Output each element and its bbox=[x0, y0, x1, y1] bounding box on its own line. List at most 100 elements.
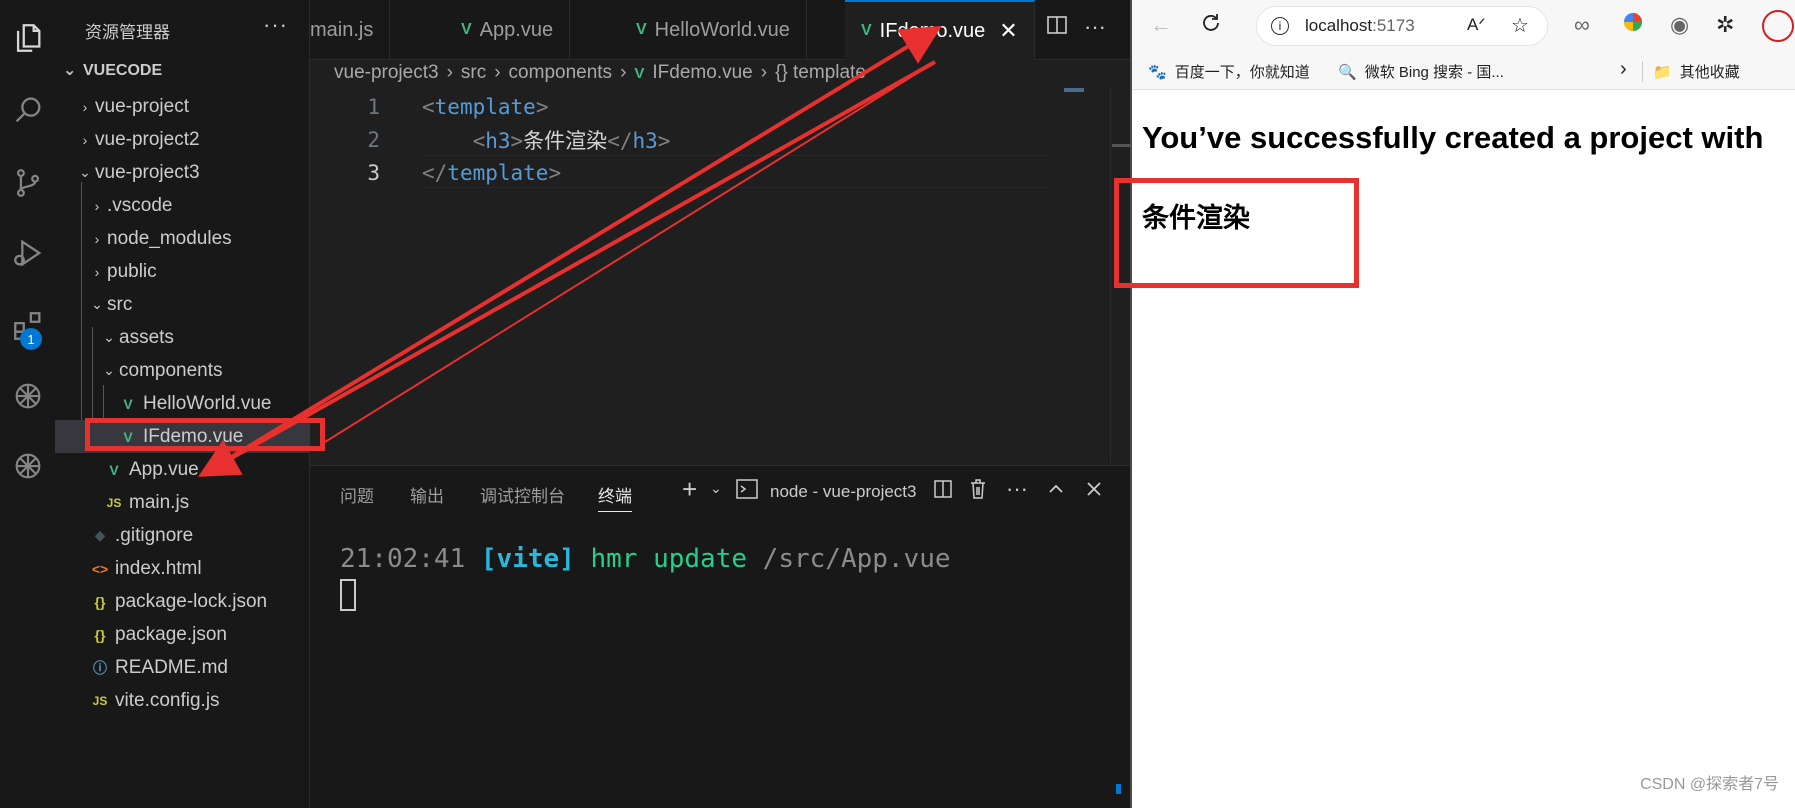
address-bar[interactable]: i localhost:5173 Aᐟ ☆ bbox=[1256, 6, 1548, 46]
more-actions-icon[interactable]: ··· bbox=[1084, 14, 1106, 40]
tree-file-app-vue[interactable]: V App.vue bbox=[55, 453, 310, 486]
favorite-star-icon[interactable]: ☆ bbox=[1511, 13, 1529, 38]
tree-file-package-json[interactable]: {} package.json bbox=[55, 618, 310, 651]
tree-file-main-js[interactable]: JS main.js bbox=[55, 486, 310, 519]
breadcrumb-item[interactable]: IFdemo.vue bbox=[652, 62, 752, 84]
terminal-name[interactable]: node - vue-project3 bbox=[770, 482, 916, 502]
tree-folder-assets[interactable]: ⌄ assets bbox=[55, 321, 310, 354]
tab-app-vue[interactable]: V App.vue bbox=[445, 0, 571, 60]
baidu-icon: 🐾 bbox=[1148, 63, 1167, 81]
eye-icon[interactable]: ◉ bbox=[1670, 12, 1689, 38]
annotation-box-output bbox=[1114, 178, 1359, 288]
vue-file-icon: V bbox=[634, 64, 645, 82]
info-icon[interactable]: i bbox=[1271, 17, 1289, 35]
copilot-icon[interactable] bbox=[1622, 11, 1644, 39]
tree-folder-src[interactable]: ⌄ src bbox=[55, 288, 310, 321]
bookmark-label: 百度一下，你就知道 bbox=[1174, 64, 1310, 81]
tab-helloworld-vue[interactable]: V HelloWorld.vue bbox=[620, 0, 807, 60]
more-actions-icon[interactable]: ··· bbox=[1006, 476, 1028, 502]
chevron-down-icon[interactable]: ⌄ bbox=[710, 480, 722, 497]
browser-toolbar: ← i localhost:5173 Aᐟ ☆ ∞ ◉ ✲ bbox=[1132, 0, 1795, 52]
code-bracket: > bbox=[510, 128, 524, 153]
chevron-right-icon: › bbox=[620, 62, 627, 83]
chevron-down-icon: ⌄ bbox=[63, 62, 77, 79]
tab-problems[interactable]: 问题 bbox=[340, 482, 374, 507]
run-debug-icon[interactable] bbox=[0, 225, 55, 280]
code-bracket: </ bbox=[422, 160, 448, 185]
tree-folder-vue-project3[interactable]: ⌄ vue-project3 bbox=[55, 156, 310, 189]
tree-file-vite-config-js[interactable]: JS vite.config.js bbox=[55, 684, 310, 717]
tree-file-readme-md[interactable]: ⓘ README.md bbox=[55, 651, 310, 684]
code-bracket: < bbox=[422, 94, 435, 119]
profile-icon[interactable] bbox=[1762, 10, 1794, 42]
bookmarks-bar: 🐾 百度一下，你就知道 🔍 微软 Bing 搜索 - 国... › 📁 其他收藏 bbox=[1132, 52, 1795, 90]
trash-icon[interactable] bbox=[968, 478, 988, 506]
tab-output[interactable]: 输出 bbox=[410, 482, 444, 507]
split-terminal-icon[interactable] bbox=[933, 479, 953, 505]
terminal-hmr-text: hmr update bbox=[590, 544, 748, 574]
reload-icon[interactable] bbox=[1200, 12, 1222, 40]
code-editor[interactable]: 1 <template> 2 <h3>条件渲染</h3> 3 </templat… bbox=[310, 90, 1110, 465]
back-icon[interactable]: ← bbox=[1150, 12, 1172, 38]
tree-folder-public[interactable]: › public bbox=[55, 255, 310, 288]
line-number: 3 bbox=[367, 160, 380, 185]
tree-file-gitignore[interactable]: ◆ .gitignore bbox=[55, 519, 310, 552]
search-icon[interactable] bbox=[0, 82, 55, 137]
bookmark-baidu[interactable]: 🐾 百度一下，你就知道 bbox=[1148, 61, 1310, 82]
chatgpt-icon[interactable] bbox=[0, 368, 55, 423]
tree-folder-vue-project2[interactable]: › vue-project2 bbox=[55, 123, 310, 156]
tree-folder-components[interactable]: ⌄ components bbox=[55, 354, 310, 387]
json-file-icon: {} bbox=[94, 626, 106, 643]
terminal-output[interactable]: 21:02:41 [vite] hmr update /src/App.vue bbox=[340, 544, 951, 574]
more-actions-icon[interactable]: ··· bbox=[263, 12, 288, 38]
chevron-right-icon: › bbox=[446, 62, 453, 83]
source-control-icon[interactable] bbox=[0, 155, 55, 210]
breadcrumb-item[interactable]: src bbox=[461, 62, 486, 84]
add-terminal-icon[interactable]: + bbox=[682, 474, 697, 505]
scrollbar-marker bbox=[1116, 784, 1121, 794]
tab-terminal[interactable]: 终端 bbox=[598, 482, 632, 512]
explorer-icon[interactable] bbox=[0, 10, 55, 65]
chevron-right-icon[interactable]: › bbox=[1620, 58, 1627, 81]
extension-icon[interactable]: ∞ bbox=[1574, 12, 1590, 38]
chatgpt-icon-2[interactable] bbox=[0, 438, 55, 493]
breadcrumb-item[interactable]: vue-project3 bbox=[334, 62, 439, 84]
minimap[interactable] bbox=[1064, 88, 1084, 92]
breadcrumb-item[interactable]: components bbox=[509, 62, 613, 84]
tree-label: package.json bbox=[115, 623, 227, 645]
tree-label: public bbox=[107, 260, 157, 282]
root-folder[interactable]: ⌄ VUECODE bbox=[63, 60, 162, 80]
chevron-down-icon: ⌄ bbox=[79, 164, 91, 180]
scrollbar-thumb[interactable] bbox=[1112, 144, 1130, 147]
maximize-panel-icon[interactable] bbox=[1047, 478, 1065, 504]
chevron-down-icon: ⌄ bbox=[103, 329, 115, 345]
bookmark-bing[interactable]: 🔍 微软 Bing 搜索 - 国... bbox=[1338, 61, 1504, 82]
tree-file-package-lock-json[interactable]: {} package-lock.json bbox=[55, 585, 310, 618]
tab-debug-console[interactable]: 调试控制台 bbox=[480, 482, 565, 507]
vue-file-icon: V bbox=[123, 395, 133, 412]
split-editor-icon[interactable] bbox=[1046, 14, 1068, 42]
tree-file-index-html[interactable]: <> index.html bbox=[55, 552, 310, 585]
close-panel-icon[interactable] bbox=[1085, 478, 1103, 504]
tab-main-js[interactable]: main.js bbox=[310, 0, 391, 60]
breadcrumb-item[interactable]: {} template bbox=[775, 62, 866, 84]
tab-label: HelloWorld.vue bbox=[654, 18, 790, 41]
tree-folder-vue-project[interactable]: › vue-project bbox=[55, 90, 310, 123]
close-icon[interactable]: ✕ bbox=[999, 18, 1017, 44]
scrollbar[interactable] bbox=[1110, 88, 1111, 463]
extensions-puzzle-icon[interactable]: ✲ bbox=[1716, 12, 1734, 38]
tree-folder-node-modules[interactable]: › node_modules bbox=[55, 222, 310, 255]
tree-label: vite.config.js bbox=[115, 689, 220, 711]
terminal-time: 21:02:41 bbox=[340, 544, 466, 574]
read-aloud-icon[interactable]: Aᐟ bbox=[1467, 15, 1486, 35]
tree-folder-vscode[interactable]: › .vscode bbox=[55, 189, 310, 222]
tree-label: main.js bbox=[129, 491, 190, 513]
tab-ifdemo-vue[interactable]: V IFdemo.vue ✕ bbox=[845, 0, 1035, 60]
bookmark-other[interactable]: 📁 其他收藏 bbox=[1642, 61, 1740, 82]
chevron-right-icon: › bbox=[94, 230, 100, 247]
tree-label: package-lock.json bbox=[115, 590, 268, 612]
tree-file-helloworld-vue[interactable]: V HelloWorld.vue bbox=[55, 387, 310, 420]
extensions-icon[interactable]: 1 bbox=[0, 298, 55, 353]
chevron-right-icon: › bbox=[760, 62, 768, 83]
json-file-icon: {} bbox=[94, 593, 106, 610]
